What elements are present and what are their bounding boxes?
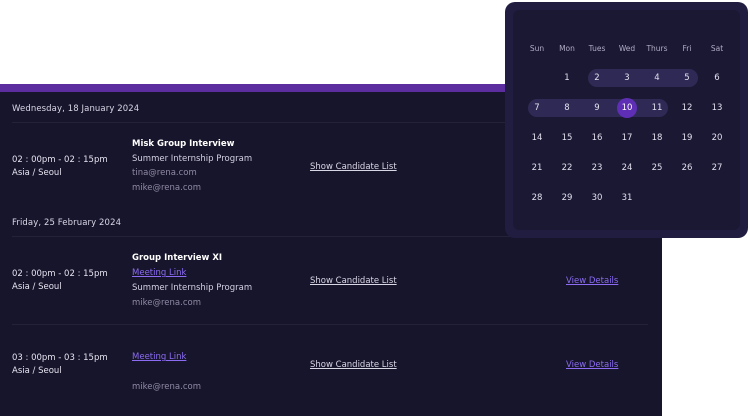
- calendar-day[interactable]: 26: [675, 162, 699, 174]
- event-title: Group Interview XI: [132, 253, 223, 263]
- calendar-day[interactable]: 21: [525, 162, 549, 174]
- calendar-day[interactable]: 23: [585, 162, 609, 174]
- event-timezone: Asia / Seoul: [12, 282, 62, 292]
- calendar-day[interactable]: 15: [555, 132, 579, 144]
- event-timezone: Asia / Seoul: [12, 168, 62, 178]
- calendar-day[interactable]: 31: [615, 192, 639, 204]
- calendar-day[interactable]: 12: [675, 102, 699, 114]
- weekday-label: Sun: [529, 44, 545, 53]
- weekday-label: Tues: [588, 44, 606, 53]
- calendar-day[interactable]: 29: [555, 192, 579, 204]
- event-email: tina@rena.com: [132, 168, 197, 178]
- date-header: Wednesday, 18 January 2024: [12, 104, 140, 114]
- weekday-label: Fri: [682, 44, 692, 53]
- calendar-day[interactable]: 25: [645, 162, 669, 174]
- event-title: Misk Group Interview: [132, 139, 235, 149]
- calendar-day[interactable]: 11: [645, 102, 669, 114]
- event-timezone: Asia / Seoul: [12, 366, 62, 376]
- event-email: mike@rena.com: [132, 298, 201, 308]
- weekday-label: Mon: [559, 44, 575, 53]
- calendar-day[interactable]: 8: [555, 102, 579, 114]
- calendar-day[interactable]: 6: [705, 72, 729, 84]
- event-time: 03 : 00pm - 03 : 15pm: [12, 353, 108, 363]
- calendar-grid: Sun Mon Tues Wed Thurs Fri Sat 1 2 3 4 5…: [513, 10, 740, 230]
- calendar-day[interactable]: 5: [675, 72, 699, 84]
- calendar-popup: Sun Mon Tues Wed Thurs Fri Sat 1 2 3 4 5…: [505, 2, 748, 238]
- meeting-link[interactable]: Meeting Link: [132, 268, 186, 278]
- show-candidate-list-link[interactable]: Show Candidate List: [310, 276, 397, 286]
- event-time: 02 : 00pm - 02 : 15pm: [12, 269, 108, 279]
- calendar-day[interactable]: 2: [585, 72, 609, 84]
- view-details-link[interactable]: View Details: [566, 360, 618, 370]
- calendar-day[interactable]: 14: [525, 132, 549, 144]
- calendar-day[interactable]: 9: [585, 102, 609, 114]
- calendar-day[interactable]: 18: [645, 132, 669, 144]
- calendar-day-selected[interactable]: 10: [615, 102, 639, 114]
- calendar-day[interactable]: 4: [645, 72, 669, 84]
- calendar-day[interactable]: 28: [525, 192, 549, 204]
- event-time: 02 : 00pm - 02 : 15pm: [12, 155, 108, 165]
- calendar-day[interactable]: 13: [705, 102, 729, 114]
- calendar-day[interactable]: 17: [615, 132, 639, 144]
- show-candidate-list-link[interactable]: Show Candidate List: [310, 360, 397, 370]
- calendar-day[interactable]: 19: [675, 132, 699, 144]
- event-email: mike@rena.com: [132, 382, 201, 392]
- calendar-day[interactable]: 27: [705, 162, 729, 174]
- calendar-day[interactable]: 7: [525, 102, 549, 114]
- meeting-link[interactable]: Meeting Link: [132, 352, 186, 362]
- weekday-label: Thurs: [646, 44, 668, 53]
- calendar-day[interactable]: 16: [585, 132, 609, 144]
- calendar-day[interactable]: 22: [555, 162, 579, 174]
- weekday-label: Wed: [618, 44, 636, 53]
- event-program: Summer Internship Program: [132, 283, 253, 293]
- calendar-day[interactable]: 3: [615, 72, 639, 84]
- divider: [12, 324, 648, 325]
- view-details-link[interactable]: View Details: [566, 276, 618, 286]
- date-header: Friday, 25 February 2024: [12, 218, 122, 228]
- calendar-day[interactable]: 30: [585, 192, 609, 204]
- weekday-label: Sat: [710, 44, 724, 53]
- calendar-day[interactable]: 1: [555, 72, 579, 84]
- calendar-day[interactable]: 20: [705, 132, 729, 144]
- event-email: mike@rena.com: [132, 183, 201, 193]
- event-program: Summer Internship Program: [132, 154, 253, 164]
- calendar-day[interactable]: 24: [615, 162, 639, 174]
- show-candidate-list-link[interactable]: Show Candidate List: [310, 162, 397, 172]
